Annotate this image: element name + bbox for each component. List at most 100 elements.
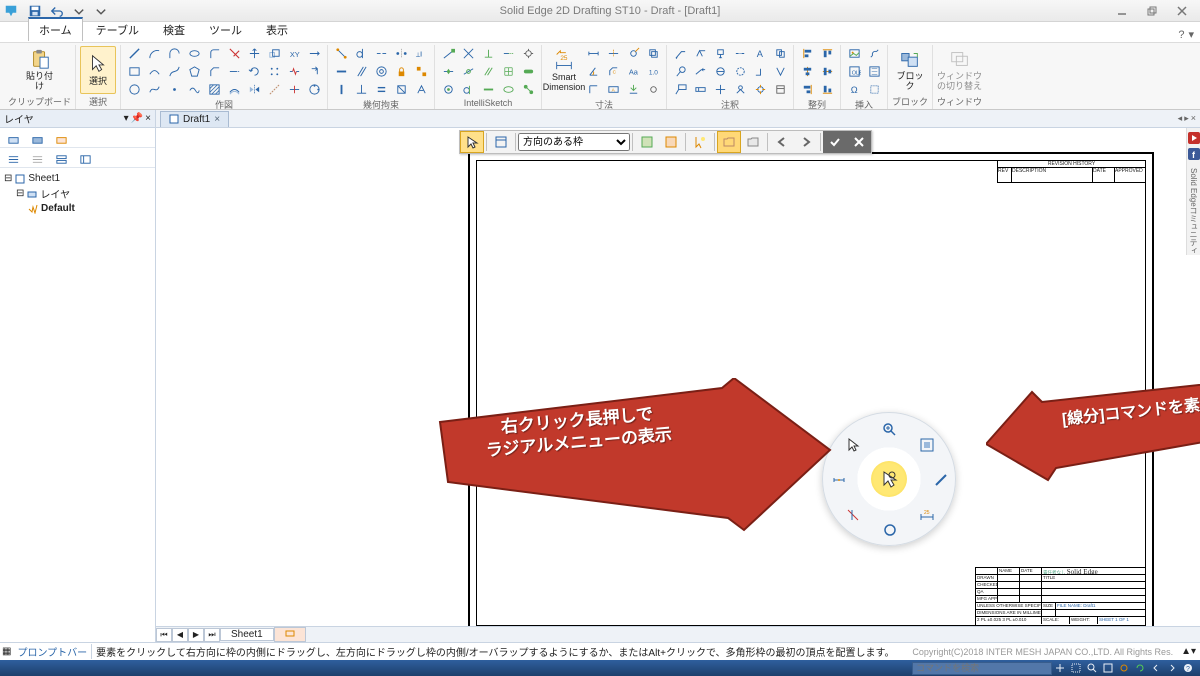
connect-icon[interactable] <box>332 45 350 61</box>
layer-showall-icon[interactable] <box>2 150 24 168</box>
status-help-icon[interactable]: ? <box>1180 661 1196 675</box>
scale-icon[interactable] <box>265 45 283 61</box>
status-zoomarea-icon[interactable] <box>1068 661 1084 675</box>
document-tab[interactable]: Draft1 × <box>160 111 229 127</box>
is-parallel-icon[interactable] <box>479 63 497 79</box>
edge-condition-icon[interactable] <box>751 63 769 79</box>
tab-inspect[interactable]: 検査 <box>152 18 196 41</box>
radial-circle-icon[interactable] <box>878 518 902 542</box>
equal-icon[interactable] <box>372 81 390 97</box>
mirror-icon[interactable] <box>245 81 263 97</box>
dim-track-icon[interactable]: 1.0 <box>644 63 662 79</box>
split-icon[interactable] <box>285 81 303 97</box>
block-button[interactable]: ブロック <box>892 46 928 94</box>
perpendicular-icon[interactable] <box>352 81 370 97</box>
feature-control-icon[interactable] <box>691 81 709 97</box>
radial-distance-icon[interactable] <box>827 468 851 492</box>
radial-smartdim-icon[interactable]: 25 <box>915 503 939 527</box>
dim-style-icon[interactable]: Aa <box>624 63 642 79</box>
insert-object-icon[interactable]: OLE <box>845 63 863 79</box>
line-icon[interactable] <box>125 45 143 61</box>
is-extension-icon[interactable] <box>499 45 517 61</box>
select-cursor-icon[interactable] <box>460 131 484 153</box>
activate-part-icon[interactable] <box>717 131 741 153</box>
sheet-tab-bg[interactable] <box>274 627 306 642</box>
bolt-hole-icon[interactable] <box>305 81 323 97</box>
balloon-icon[interactable] <box>671 63 689 79</box>
move-icon[interactable] <box>245 45 263 61</box>
align-left-icon[interactable] <box>798 45 816 61</box>
is-tangent-icon[interactable] <box>459 81 477 97</box>
layer-hide-icon[interactable] <box>26 150 48 168</box>
radial-center[interactable] <box>871 461 907 497</box>
close-tab-icon[interactable]: × <box>214 114 220 125</box>
layer-move-icon[interactable] <box>50 130 72 148</box>
select-button[interactable]: 選択 <box>80 46 116 94</box>
select-options-icon[interactable] <box>489 131 513 153</box>
align-right-icon[interactable] <box>798 81 816 97</box>
curve-icon[interactable] <box>145 81 163 97</box>
trim-icon[interactable] <box>225 45 243 61</box>
dim-auto-icon[interactable]: A <box>604 81 622 97</box>
auto-center-icon[interactable] <box>751 81 769 97</box>
status-refresh-icon[interactable] <box>1132 661 1148 675</box>
align-bottom-icon[interactable] <box>818 81 836 97</box>
xy-axis-icon[interactable]: XY <box>285 45 303 61</box>
convert-icon[interactable] <box>305 63 323 79</box>
insert-image-icon[interactable] <box>845 45 863 61</box>
extend-icon[interactable] <box>225 63 243 79</box>
is-toggle-icon[interactable] <box>519 63 537 79</box>
mdi-next-icon[interactable]: ▸ <box>1184 113 1189 124</box>
layer-show-icon[interactable] <box>26 130 48 148</box>
bolt-circle-icon[interactable] <box>731 63 749 79</box>
layer-filter-icon[interactable] <box>50 150 72 168</box>
anno-style-icon[interactable] <box>771 63 789 79</box>
point-icon[interactable] <box>165 81 183 97</box>
tab-tool[interactable]: ツール <box>198 18 253 41</box>
layer-new-icon[interactable] <box>2 130 24 148</box>
sheet-last-icon[interactable]: ⏭ <box>204 628 220 642</box>
sheet-prev-icon[interactable]: ◀ <box>172 628 188 642</box>
command-search-input[interactable] <box>912 662 1052 675</box>
tab-view[interactable]: 表示 <box>255 18 299 41</box>
vertical-icon[interactable] <box>332 81 350 97</box>
ellipse-icon[interactable] <box>185 45 203 61</box>
hatch-icon[interactable] <box>205 81 223 97</box>
align-middle-icon[interactable] <box>818 63 836 79</box>
datum-frame-icon[interactable] <box>711 45 729 61</box>
status-pan-icon[interactable] <box>1052 661 1068 675</box>
is-relations-icon[interactable] <box>519 81 537 97</box>
drawing-canvas[interactable]: REVISION HISTORY REV DESCRIPTION DATE AP… <box>156 128 1200 626</box>
select-cancel-icon[interactable] <box>847 131 871 153</box>
array-rect-icon[interactable] <box>265 63 283 79</box>
dim-retrieve-icon[interactable] <box>624 81 642 97</box>
polygon-icon[interactable] <box>185 63 203 79</box>
insert-symbol-icon[interactable]: Ω <box>845 81 863 97</box>
construction-icon[interactable] <box>265 81 283 97</box>
mdi-prev-icon[interactable]: ◂ <box>1178 113 1183 124</box>
is-grid-icon[interactable] <box>499 63 517 79</box>
status-zoom-icon[interactable] <box>1084 661 1100 675</box>
is-on-element-icon[interactable] <box>459 63 477 79</box>
radial-zoom-icon[interactable] <box>878 418 902 442</box>
select-mode-dropdown[interactable]: 方向のある枠 <box>518 133 630 151</box>
text-icon[interactable]: A <box>751 45 769 61</box>
is-horizontal-icon[interactable] <box>479 81 497 97</box>
auto-constraint-icon[interactable] <box>412 81 430 97</box>
circle-icon[interactable] <box>125 81 143 97</box>
select-accept-icon[interactable] <box>823 131 847 153</box>
anno-property-icon[interactable] <box>771 81 789 97</box>
qat-customize-icon[interactable] <box>92 2 110 20</box>
dim-between-icon[interactable] <box>584 45 602 61</box>
restore-button[interactable] <box>1140 3 1164 19</box>
radial-fit-icon[interactable] <box>915 433 939 457</box>
freeform-icon[interactable] <box>185 81 203 97</box>
help-icon[interactable]: ? <box>1178 29 1184 41</box>
dim-angle-icon[interactable] <box>584 63 602 79</box>
insert-hyperlink-icon[interactable] <box>865 45 883 61</box>
prompt-dropdown-icon[interactable]: ▲▾ <box>1177 646 1200 657</box>
offset-icon[interactable] <box>225 81 243 97</box>
close-button[interactable] <box>1170 3 1194 19</box>
facebook-icon[interactable]: f <box>1188 148 1200 160</box>
insert-raster-icon[interactable] <box>865 63 883 79</box>
